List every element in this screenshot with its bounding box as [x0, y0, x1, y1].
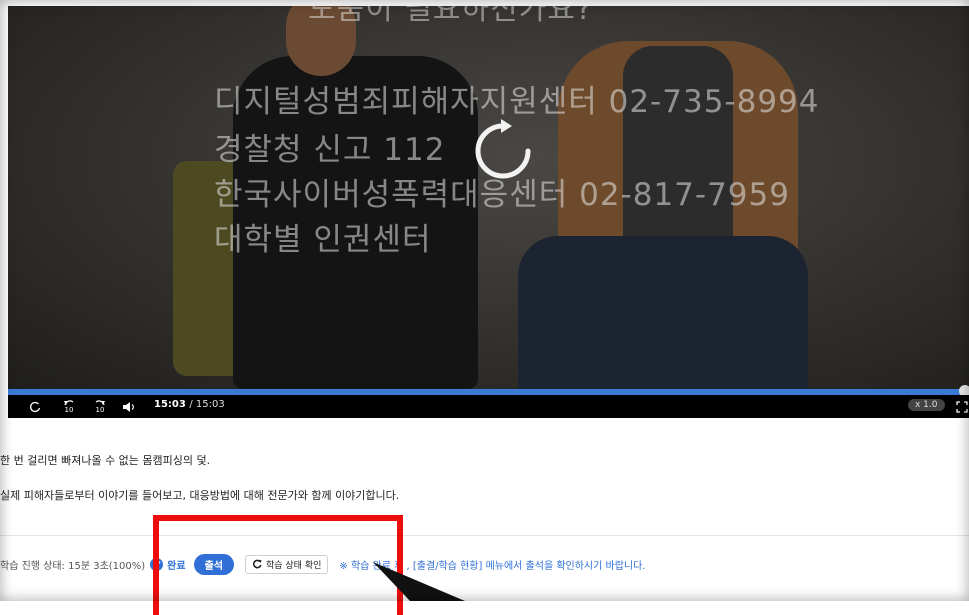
pointer-arrow-icon: [373, 562, 465, 601]
lecture-description-line: 실제 피해자들로부터 이야기를 들어보고, 대응방법에 대해 전문가와 함께 이…: [0, 489, 400, 502]
forward-10-label: 10: [95, 406, 105, 414]
rewind-10-icon[interactable]: 10: [61, 398, 77, 415]
playback-speed-button[interactable]: x 1.0: [908, 399, 945, 411]
video-overlay-line: 디지털성범죄피해자지원센터 02-735-8994: [214, 84, 820, 120]
fullscreen-icon[interactable]: [956, 398, 968, 415]
learning-progress-text: 학습 진행 상태: 15분 3초(100%): [0, 560, 146, 572]
video-person-right-legs: [518, 236, 808, 389]
current-time: 15:03: [154, 399, 186, 410]
reload-icon[interactable]: [28, 398, 42, 415]
video-overlay-heading: 도움이 필요하신가요?: [308, 6, 593, 27]
highlight-box: [153, 515, 403, 615]
lecture-description-line: 한 번 걸리면 빠져나올 수 없는 몸캠피싱의 덫.: [0, 454, 211, 467]
time-display: 15:03 / 15:03: [154, 399, 225, 410]
refresh-spinner-icon: [475, 119, 531, 179]
video-player[interactable]: 도움이 필요하신가요? 디지털성범죄피해자지원센터 02-735-8994 경찰…: [8, 6, 969, 389]
rewind-10-label: 10: [64, 406, 74, 414]
duration: / 15:03: [189, 399, 225, 410]
video-overlay-line: 경찰청 신고 112: [214, 132, 446, 168]
volume-icon[interactable]: [121, 398, 137, 415]
divider: [0, 535, 969, 536]
video-overlay-line: 대학별 인권센터: [214, 222, 432, 258]
forward-10-icon[interactable]: 10: [92, 398, 108, 415]
player-controls: 10 10 15:03 / 15:03 x 1.0: [8, 395, 969, 418]
